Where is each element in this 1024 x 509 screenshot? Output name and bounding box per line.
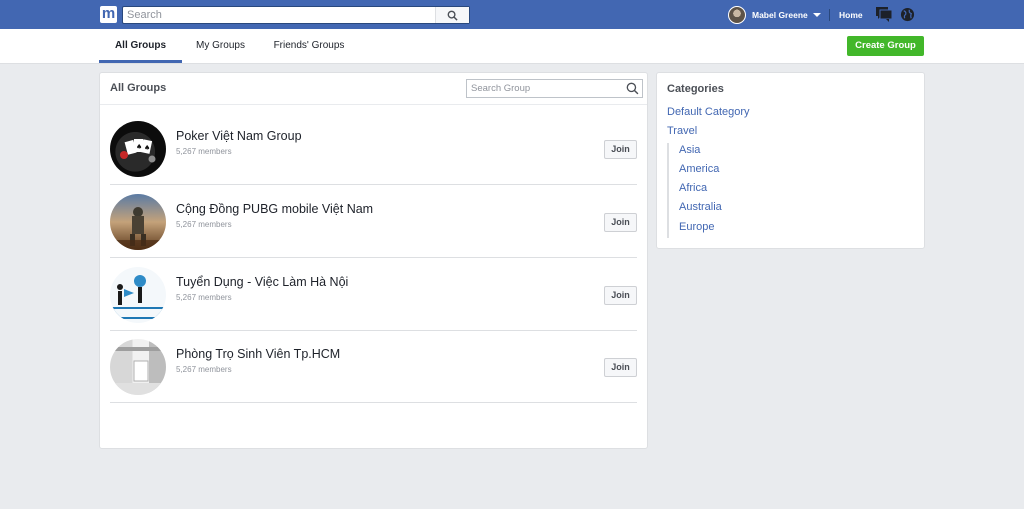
group-row: ♠ ♠ Poker Việt Nam Group 5,267 members J… (110, 112, 637, 185)
user-avatar (728, 6, 746, 24)
group-name[interactable]: Cộng Đồng PUBG mobile Việt Nam (176, 202, 373, 216)
group-name[interactable]: Phòng Trọ Sinh Viên Tp.HCM (176, 347, 340, 361)
top-navigation-bar: m Mabel Greene Home (0, 0, 1024, 29)
group-search-input[interactable] (471, 81, 621, 96)
group-search (466, 79, 643, 98)
chevron-down-icon (812, 13, 821, 17)
global-search-input[interactable] (127, 7, 427, 23)
categories-title: Categories (667, 83, 724, 95)
panel-header: All Groups (100, 73, 647, 105)
group-avatar[interactable]: ♠ ♠ (110, 121, 166, 177)
search-icon[interactable] (626, 82, 639, 95)
member-count: 5,267 members (176, 220, 232, 229)
all-groups-panel: All Groups ♠ ♠ Poker Việt Nam Group 5,26… (99, 72, 648, 449)
member-count: 5,267 members (176, 365, 232, 374)
join-button[interactable]: Join (604, 140, 637, 159)
svg-text:♠: ♠ (136, 143, 142, 151)
subcategory-australia[interactable]: Australia (679, 201, 722, 213)
global-search (122, 6, 470, 24)
category-default[interactable]: Default Category (667, 106, 750, 118)
user-name: Mabel Greene (752, 10, 808, 20)
globe-icon[interactable] (900, 7, 915, 27)
group-avatar[interactable] (110, 194, 166, 250)
categories-panel: Categories Default Category Travel Asia … (656, 72, 925, 249)
app-logo[interactable]: m (100, 6, 117, 23)
subcategory-america[interactable]: America (679, 163, 719, 175)
group-name[interactable]: Poker Việt Nam Group (176, 129, 302, 143)
subcategory-africa[interactable]: Africa (679, 182, 707, 194)
tab-my-groups[interactable]: My Groups (188, 29, 253, 63)
subcategory-asia[interactable]: Asia (679, 144, 700, 156)
join-button[interactable]: Join (604, 286, 637, 305)
join-button[interactable]: Join (604, 358, 637, 377)
subcategory-divider (667, 143, 669, 238)
group-row: Phòng Trọ Sinh Viên Tp.HCM 5,267 members… (110, 330, 637, 403)
member-count: 5,267 members (176, 293, 232, 302)
subcategory-europe[interactable]: Europe (679, 221, 714, 233)
tab-friends-groups[interactable]: Friends' Groups (266, 29, 352, 63)
category-travel[interactable]: Travel (667, 125, 697, 137)
group-row: Cộng Đồng PUBG mobile Việt Nam 5,267 mem… (110, 185, 637, 258)
tab-all-groups[interactable]: All Groups (99, 29, 182, 63)
group-avatar[interactable] (110, 267, 166, 323)
svg-text:♠: ♠ (144, 144, 150, 152)
join-button[interactable]: Join (604, 213, 637, 232)
nav-divider (829, 9, 830, 21)
create-group-button[interactable]: Create Group (847, 36, 924, 56)
groups-subnav: All Groups My Groups Friends' Groups Cre… (0, 29, 1024, 64)
group-name[interactable]: Tuyển Dụng - Việc Làm Hà Nội (176, 275, 348, 289)
messages-icon[interactable] (876, 7, 893, 27)
user-menu[interactable]: Mabel Greene (728, 6, 821, 24)
search-icon (447, 10, 458, 21)
home-link[interactable]: Home (839, 10, 863, 20)
member-count: 5,267 members (176, 147, 232, 156)
group-row: Tuyển Dụng - Việc Làm Hà Nội 5,267 membe… (110, 258, 637, 331)
panel-title: All Groups (110, 82, 167, 94)
group-avatar[interactable] (110, 339, 166, 395)
global-search-button[interactable] (435, 7, 469, 23)
